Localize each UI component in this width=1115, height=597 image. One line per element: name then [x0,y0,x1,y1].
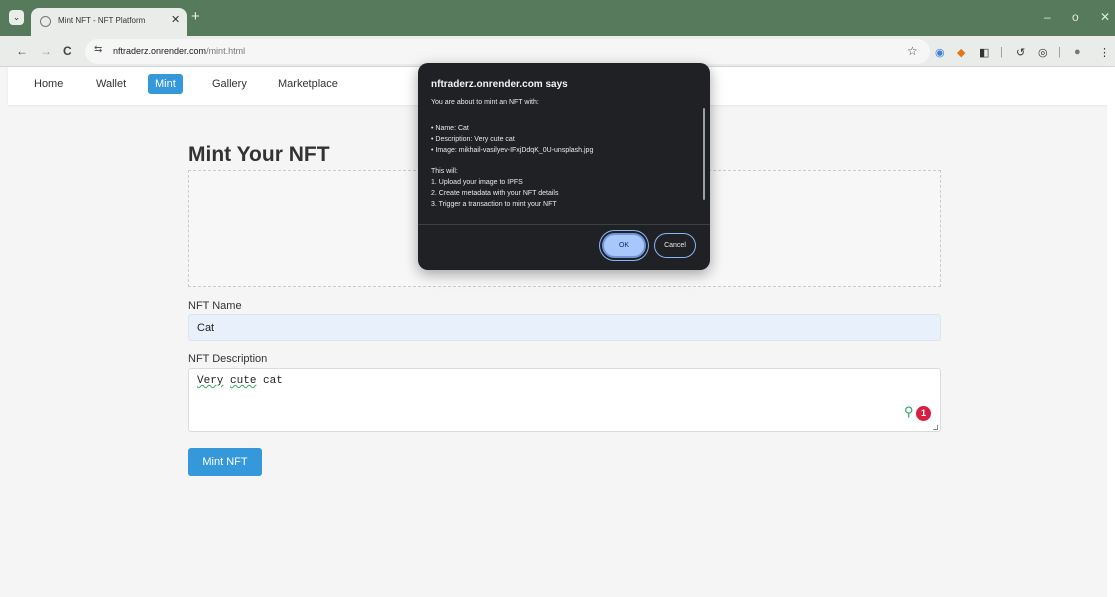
nav-gallery[interactable]: Gallery [212,78,247,90]
minimize-button[interactable]: – [1044,10,1051,24]
url-text[interactable]: nftraderz.onrender.com/mint.html [113,46,245,56]
description-word: Very [197,375,224,387]
dialog-message: You are about to mint an NFT with: • Nam… [419,99,705,223]
dialog-line: • Description: Very cute cat [431,136,515,143]
nft-description-textarea[interactable]: Very cute cat ⚲ 1 [188,368,941,432]
page-title: Mint Your NFT [188,143,330,166]
dialog-line: • Name: Cat [431,125,469,132]
dialog-scrollbar[interactable] [703,108,705,200]
dialog-line: You are about to mint an NFT with: [431,99,539,106]
nft-description-label: NFT Description [188,353,268,365]
globe-icon [40,16,51,27]
profile-avatar-icon[interactable]: ● [1074,46,1081,58]
nav-mint[interactable]: Mint [148,74,183,94]
toolbar-separator-2: | [1058,46,1061,58]
url-domain: nftraderz.onrender.com [113,46,207,56]
dialog-line: 1. Upload your image to IPFS [431,179,523,186]
new-tab-button[interactable]: + [191,8,200,25]
history-icon[interactable]: ↺ [1016,46,1025,59]
restore-button[interactable]: o [1072,10,1079,24]
alert-dialog: nftraderz.onrender.com says You are abou… [418,63,710,270]
nav-home[interactable]: Home [34,78,63,90]
grammar-assistant-icon[interactable]: ⚲ [904,406,916,419]
dialog-line: • Image: mikhail-vasilyev-IFxjDdqK_0U-un… [431,147,594,154]
mint-nft-button[interactable]: Mint NFT [188,448,262,476]
close-tab-icon[interactable]: ✕ [171,13,180,26]
site-info-icon[interactable]: ⇆ [94,44,102,55]
forward-button[interactable]: → [40,44,52,58]
close-window-button[interactable]: ✕ [1100,10,1110,24]
dialog-line: 2. Create metadata with your NFT details [431,190,559,197]
dialog-title: nftraderz.onrender.com says [431,79,568,90]
nav-marketplace[interactable]: Marketplace [278,78,338,90]
toolbar-separator: | [1000,46,1003,58]
page-edge [1107,67,1115,597]
bookmark-star-icon[interactable]: ☆ [907,44,918,58]
nft-name-label: NFT Name [188,300,242,312]
tab-title: Mint NFT - NFT Platform [58,16,146,25]
dialog-line: This will: [431,168,458,175]
url-path: /mint.html [206,46,246,56]
extension-icon[interactable]: ◧ [979,46,989,59]
more-menu-icon[interactable]: ⋮ [1099,46,1110,59]
address-bar[interactable]: ⇆ nftraderz.onrender.com/mint.html ☆ [85,39,930,64]
browser-titlebar: ⌄ Mint NFT - NFT Platform ✕ + – o ✕ [0,0,1115,36]
back-button[interactable]: ← [16,44,28,58]
metamask-icon[interactable]: ◆ [957,46,965,59]
nav-wallet[interactable]: Wallet [96,78,126,90]
tab-search-icon[interactable]: ◎ [1038,46,1048,59]
description-word: cat [256,375,283,387]
description-word: cute [230,375,257,387]
reload-button[interactable]: C [63,44,72,58]
cancel-button[interactable]: Cancel [654,233,696,258]
resize-handle[interactable] [933,425,938,430]
grammar-issue-badge[interactable]: 1 [916,406,931,421]
chevron-down-icon[interactable]: ⌄ [9,10,24,25]
dialog-line: 3. Trigger a transaction to mint your NF… [431,201,557,208]
ok-button[interactable]: OK [602,233,646,258]
nft-name-input[interactable]: Cat [188,314,941,341]
read-aloud-icon[interactable]: ◉ [935,46,945,59]
browser-tab[interactable]: Mint NFT - NFT Platform ✕ [31,8,187,36]
dialog-divider [418,224,710,225]
